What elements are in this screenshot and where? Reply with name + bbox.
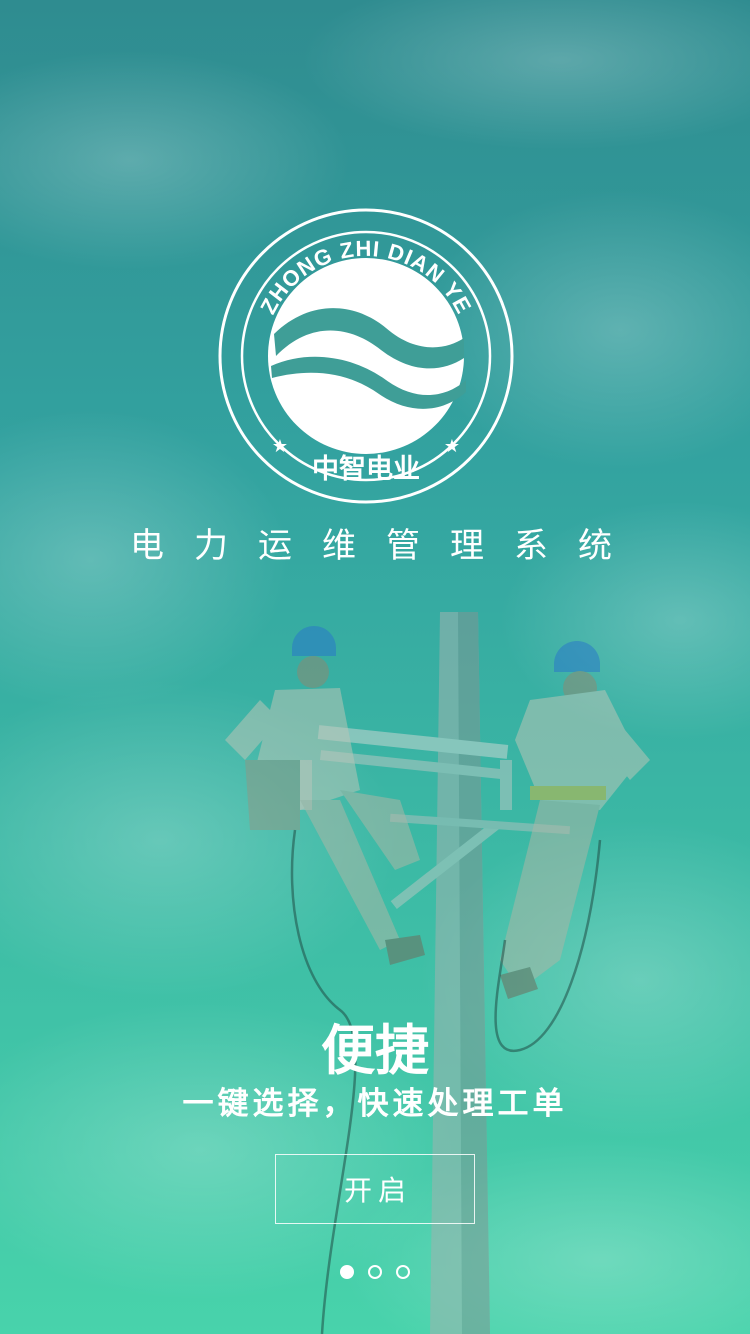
page-indicator <box>0 1265 750 1283</box>
background-image <box>0 0 750 1334</box>
star-icon: ★ <box>444 436 460 457</box>
page-dot-3[interactable] <box>396 1265 410 1279</box>
page-dot-1[interactable] <box>340 1265 354 1279</box>
logo-chinese-text: 中智电业 <box>312 454 420 485</box>
slide-title: 便捷 <box>321 1019 429 1082</box>
app-title: 电力运维管理系统 <box>130 526 642 566</box>
star-icon: ★ <box>272 436 288 457</box>
page-dot-2[interactable] <box>368 1265 382 1279</box>
start-button-label: 开启 <box>343 1174 412 1207</box>
slide-subtitle: 一键选择，快速处理工单 <box>182 1086 568 1122</box>
company-logo: ZHONG ZHI DIAN YE 中智电业 ★ ★ <box>218 208 514 504</box>
start-button[interactable]: 开启 <box>275 1154 475 1224</box>
splash-screen: ZHONG ZHI DIAN YE 中智电业 ★ ★ 电力运维管理系统 便捷 一… <box>0 0 750 1334</box>
